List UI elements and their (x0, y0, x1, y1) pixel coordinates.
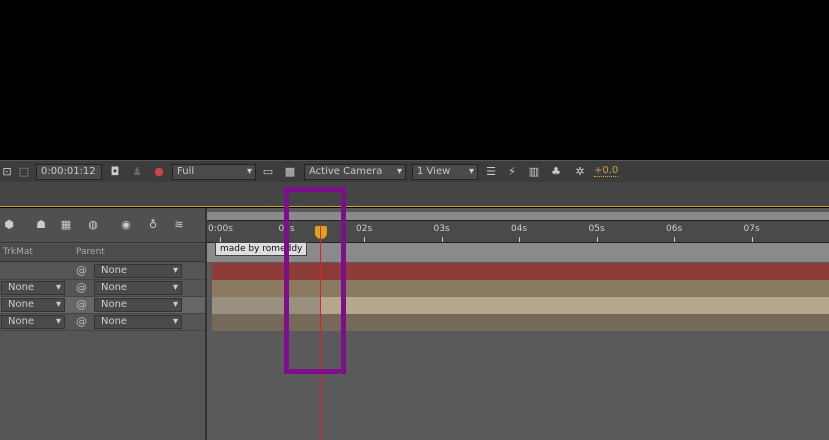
layer-row[interactable]: None @ None (0, 297, 205, 314)
timecode-field[interactable]: 0:00:01:12 (36, 164, 102, 180)
trkmat-dropdown[interactable]: None (1, 315, 65, 329)
ruler-tick: 04s (511, 224, 528, 242)
parent-dropdown[interactable]: None (94, 298, 182, 312)
ruler-tick: 0:00s (208, 224, 233, 242)
trkmat-dropdown[interactable]: None (1, 298, 65, 312)
layer-row[interactable]: None @ None (0, 314, 205, 331)
column-header: TrkMat Parent (0, 244, 205, 262)
checkerboard-icon[interactable]: ▩ (283, 165, 297, 179)
shy-icon[interactable]: ☗ (34, 218, 48, 232)
3d-draft-icon[interactable]: ⬢ (2, 218, 16, 232)
snapshot-icon[interactable]: ◘ (108, 165, 122, 179)
pick-whip-icon[interactable]: @ (76, 264, 87, 277)
region-of-interest-icon[interactable]: ⊡ (0, 165, 14, 179)
fast-previews-icon[interactable]: ⚡ (505, 165, 519, 179)
parent-dropdown[interactable]: None (94, 281, 182, 295)
ruler-tick: 05s (588, 224, 605, 242)
flowchart-icon[interactable]: ♣ (549, 165, 563, 179)
brainstorm-icon[interactable]: ◉ (119, 218, 133, 232)
timeline-icon[interactable]: ▥ (527, 165, 541, 179)
show-snapshot-icon[interactable]: ♟ (130, 165, 144, 179)
pixel-aspect-icon[interactable]: ☰ (484, 165, 498, 179)
graph-editor-icon[interactable]: ≋ (172, 218, 186, 232)
frame-blending-icon[interactable]: ▦ (59, 218, 73, 232)
trkmat-dropdown[interactable]: None (1, 281, 65, 295)
trkmat-header: TrkMat (3, 247, 33, 257)
camera-dropdown[interactable]: Active Camera (304, 164, 406, 180)
channels-icon[interactable]: ● (152, 165, 166, 179)
auto-keyframe-icon[interactable]: ♁ (146, 218, 160, 232)
ruler-tick: 07s (743, 224, 760, 242)
layer-row[interactable]: @ None (0, 263, 205, 280)
ruler-tick: 02s (356, 224, 373, 242)
exposure-value[interactable]: +0.0 (594, 165, 619, 177)
ruler-tick: 06s (666, 224, 683, 242)
view-layout-dropdown[interactable]: 1 View (412, 164, 478, 180)
motion-blur-icon[interactable]: ◍ (86, 218, 100, 232)
pick-whip-icon[interactable]: @ (76, 315, 87, 328)
highlight-rectangle (284, 187, 346, 374)
parent-header: Parent (76, 247, 105, 257)
ruler-tick: 03s (433, 224, 450, 242)
parent-dropdown[interactable]: None (94, 315, 182, 329)
transparency-grid-icon[interactable]: ⬚ (17, 165, 31, 179)
fast-preview-icon[interactable]: ▭ (261, 165, 275, 179)
viewer-toolbar: ⊡ ⬚ 0:00:01:12 ◘ ♟ ● Full ▭ ▩ Active Cam… (0, 160, 829, 182)
panel-tab-bar (0, 182, 829, 207)
timeline-switches-row: ⬢ ☗ ▦ ◍ ◉ ♁ ≋ (0, 208, 205, 243)
parent-dropdown[interactable]: None (94, 264, 182, 278)
pick-whip-icon[interactable]: @ (76, 298, 87, 311)
exposure-icon[interactable]: ✲ (573, 165, 587, 179)
layer-row[interactable]: None @ None (0, 280, 205, 297)
resolution-dropdown[interactable]: Full (172, 164, 256, 180)
pick-whip-icon[interactable]: @ (76, 281, 87, 294)
